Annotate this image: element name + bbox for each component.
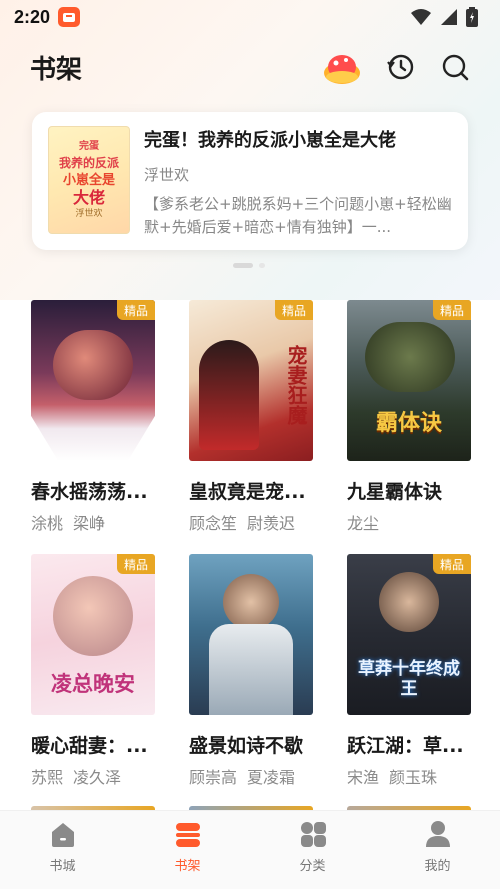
book-cover[interactable]: 草莽十年终成王 精品 xyxy=(347,554,471,715)
tab-label: 我的 xyxy=(424,859,451,874)
book-cover[interactable]: 凌总晚安 精品 xyxy=(31,554,155,715)
featured-cover-author: 浮世欢 xyxy=(75,208,103,219)
category-icon xyxy=(300,822,326,847)
book-title[interactable]: 春水摇荡荡... xyxy=(31,477,155,504)
book-item[interactable]: 霸体诀 精品 九星霸体诀 龙尘 xyxy=(347,300,471,534)
cover-art xyxy=(223,574,279,630)
book-author: 凌久泽 xyxy=(73,768,122,787)
book-item[interactable]: 凌总晚安 精品 暖心甜妻：... 苏熙 凌久泽 xyxy=(31,554,155,788)
book-author: 龙尘 xyxy=(347,514,380,533)
tab-bookstore[interactable]: 书城 xyxy=(0,811,125,889)
page-title: 书架 xyxy=(30,54,83,85)
book-authors: 顾念笙 尉羡迟 xyxy=(189,510,313,534)
home-icon xyxy=(51,823,74,847)
premium-badge: 精品 xyxy=(117,554,155,574)
book-author: 梁峥 xyxy=(73,514,106,533)
tab-bookshelf[interactable]: 书架 xyxy=(125,811,250,889)
featured-book-author: 浮世欢 xyxy=(144,166,190,184)
book-title[interactable]: 九星霸体诀 xyxy=(347,477,471,504)
book-title[interactable]: 盛景如诗不歇 xyxy=(189,731,313,758)
tab-label: 分类 xyxy=(299,859,326,874)
history-icon[interactable] xyxy=(386,52,416,82)
tab-category[interactable]: 分类 xyxy=(250,811,375,889)
cover-art xyxy=(365,322,455,392)
bookshelf-icon xyxy=(175,823,200,847)
status-bar: 2:20 xyxy=(0,0,500,34)
book-author: 顾念笙 xyxy=(189,514,238,533)
book-author: 颜玉珠 xyxy=(389,768,438,787)
book-authors: 顾崇高 夏凌霜 xyxy=(189,764,313,788)
book-item[interactable]: 宠妻狂魔 精品 皇叔竟是宠... 顾念笙 尉羡迟 xyxy=(189,300,313,534)
bottom-tab-bar: 书城 书架 分类 我的 xyxy=(0,810,500,889)
cover-art xyxy=(53,576,133,656)
featured-cover-text: 大佬 xyxy=(72,187,105,207)
featured-cover-text: 我养的反派 xyxy=(58,155,119,170)
book-title[interactable]: 暖心甜妻：... xyxy=(31,731,155,758)
premium-badge: 精品 xyxy=(117,300,155,320)
book-authors: 涂桃 梁峥 xyxy=(31,510,155,534)
book-authors: 苏熙 凌久泽 xyxy=(31,764,155,788)
featured-book-cover[interactable]: 完蛋 我养的反派 小崽全是 大佬 浮世欢 xyxy=(48,126,130,234)
search-icon[interactable] xyxy=(440,52,470,82)
cover-title: 霸体诀 xyxy=(375,411,442,436)
book-author: 夏凌霜 xyxy=(247,768,296,787)
featured-book-description: 【爹系老公+跳脱系妈+三个问题小崽+轻松幽默+先婚后爱+暗恋+情有独钟】一... xyxy=(144,195,452,236)
book-item[interactable]: 草莽十年终成王 精品 跃江湖：草... 宋渔 颜玉珠 xyxy=(347,554,471,788)
featured-book-title[interactable]: 完蛋！我养的反派小崽全是大佬 xyxy=(144,126,454,152)
carousel-pager xyxy=(233,263,265,268)
book-title[interactable]: 跃江湖：草... xyxy=(347,731,471,758)
book-author: 尉羡迟 xyxy=(247,514,296,533)
battery-icon xyxy=(466,7,478,27)
premium-badge: 精品 xyxy=(433,300,471,320)
featured-cover-text: 完蛋 xyxy=(79,140,99,152)
featured-cover-text: 小崽全是 xyxy=(62,172,115,188)
cover-art xyxy=(53,330,133,400)
pager-dot-active xyxy=(233,263,253,268)
status-time: 2:20 xyxy=(14,6,51,27)
profile-icon xyxy=(425,821,450,847)
pager-dot xyxy=(259,263,265,268)
tab-label: 书城 xyxy=(49,859,76,874)
cover-title: 宠妻狂魔 xyxy=(284,344,308,425)
cover-title: 凌总晚安 xyxy=(51,672,135,696)
book-author: 宋渔 xyxy=(347,768,380,787)
book-item[interactable]: 盛景如诗不歇 顾崇高 夏凌霜 xyxy=(189,554,313,788)
cover-title: 草莽十年终成王 xyxy=(358,659,460,699)
premium-badge: 精品 xyxy=(433,554,471,574)
signal-icon xyxy=(441,9,457,25)
premium-badge: 精品 xyxy=(275,300,313,320)
book-title[interactable]: 皇叔竟是宠... xyxy=(189,477,313,504)
tab-profile[interactable]: 我的 xyxy=(375,811,500,889)
book-author: 苏熙 xyxy=(31,768,64,787)
app-header: 书架 xyxy=(0,40,500,94)
book-cover[interactable] xyxy=(189,554,313,715)
book-cover[interactable]: 精品 xyxy=(31,300,155,461)
book-authors: 龙尘 xyxy=(347,510,471,534)
featured-book-card[interactable]: 完蛋 我养的反派 小崽全是 大佬 浮世欢 完蛋！我养的反派小崽全是大佬 浮世欢 … xyxy=(32,112,468,250)
app-notification-icon xyxy=(58,7,81,27)
book-cover[interactable]: 宠妻狂魔 精品 xyxy=(189,300,313,461)
book-cover[interactable]: 霸体诀 精品 xyxy=(347,300,471,461)
cover-art xyxy=(379,572,439,632)
tab-label: 书架 xyxy=(174,859,201,874)
book-author: 顾崇高 xyxy=(189,768,238,787)
cover-art xyxy=(209,624,293,715)
book-item[interactable]: 精品 春水摇荡荡... 涂桃 梁峥 xyxy=(31,300,155,534)
book-author: 涂桃 xyxy=(31,514,64,533)
gift-icon[interactable] xyxy=(322,47,362,87)
book-authors: 宋渔 颜玉珠 xyxy=(347,764,471,788)
wifi-icon xyxy=(411,9,431,25)
